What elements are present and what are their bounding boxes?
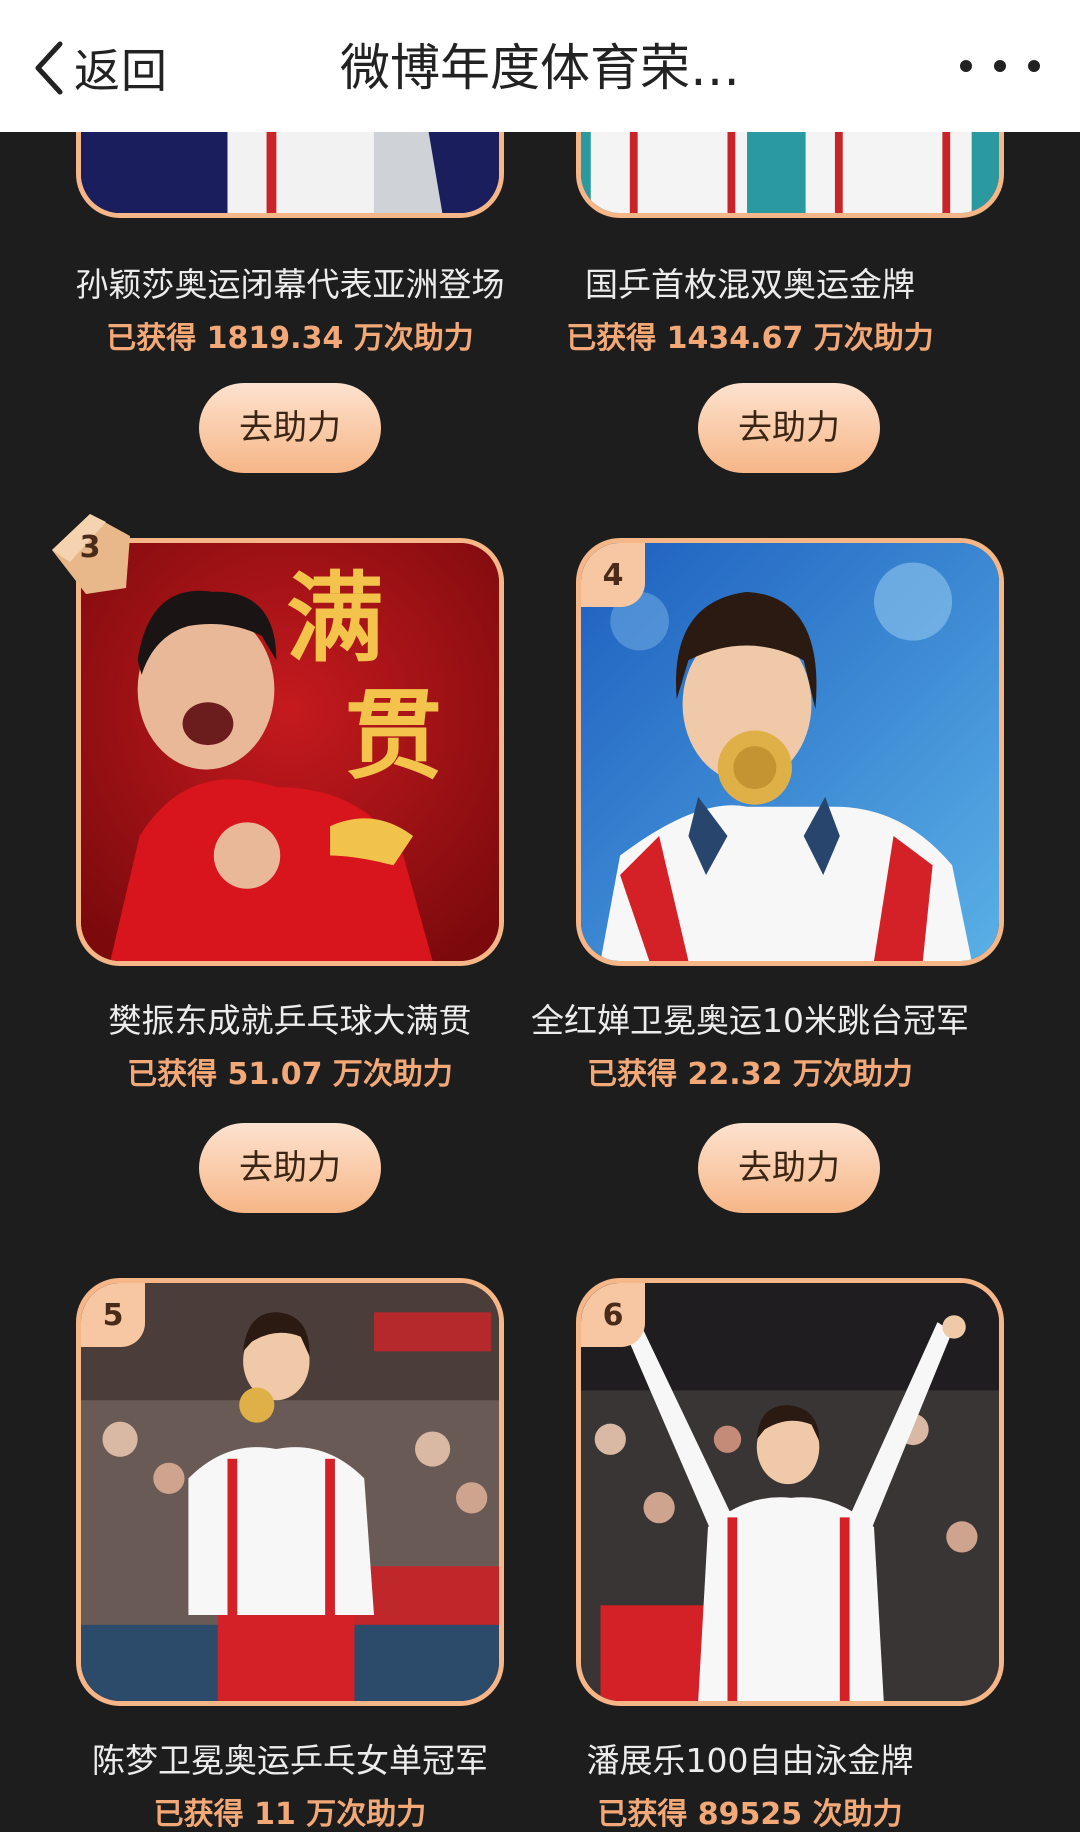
rank-badge-3: 3 (46, 510, 134, 594)
award-title-2: 国乒首枚混双奥运金牌 (585, 265, 915, 304)
award-card-3: 满 贯 3 樊振东成就乒乓球大满贯 已获得 51.07 万次助力 去助力 (0, 514, 504, 1218)
page: 孙颖莎奥运闭幕代表亚洲登场 已获得 1819.34 万次助力 去助力 国乒首枚混 (0, 0, 1080, 1832)
award-title-4: 全红婵卫冕奥运10米跳台冠军 (531, 1001, 969, 1040)
award-title-6: 潘展乐100自由泳金牌 (586, 1741, 914, 1780)
more-dots-icon (1028, 60, 1040, 72)
award-photo-5[interactable]: 5 (76, 1278, 504, 1706)
back-label: 返回 (74, 44, 168, 98)
more-dots-icon (960, 60, 972, 72)
top-navbar: 返回 微博年度体育荣… (0, 0, 1080, 132)
chevron-left-icon (35, 41, 63, 95)
award-photo-4[interactable]: 4 (576, 538, 1004, 966)
back-button[interactable]: 返回 (30, 36, 168, 100)
photo-text-man: 满 (286, 561, 384, 676)
award-card-5: 5 陈梦卫冕奥运乒乓女单冠军 已获得 11 万次助力 (0, 1278, 504, 1832)
award-count-2: 已获得 1434.67 万次助力 (566, 321, 934, 356)
help-button-4[interactable]: 去助力 (698, 1123, 880, 1213)
award-card-6: 6 潘展乐100自由泳金牌 已获得 89525 次助力 (500, 1278, 1004, 1832)
more-dots-icon (994, 60, 1006, 72)
more-options-button[interactable] (960, 44, 1040, 88)
award-photo-3[interactable]: 满 贯 (76, 538, 504, 966)
help-button-3[interactable]: 去助力 (199, 1123, 381, 1213)
page-title: 微博年度体育荣… (340, 39, 740, 97)
award-card-4: 4 全红婵卫冕奥运10米跳台冠军 已获得 22.32 万次助力 去助力 (500, 538, 1004, 1218)
rank-badge-5: 5 (81, 1283, 145, 1347)
help-button-2[interactable]: 去助力 (698, 383, 880, 473)
award-photo-6[interactable]: 6 (576, 1278, 1004, 1706)
photo-text-guan: 贯 (345, 679, 443, 794)
rank-badge-4: 4 (581, 543, 645, 607)
help-button-1[interactable]: 去助力 (199, 383, 381, 473)
award-count-6: 已获得 89525 次助力 (597, 1797, 903, 1832)
award-grid: 孙颖莎奥运闭幕代表亚洲登场 已获得 1819.34 万次助力 去助力 国乒首枚混 (0, 0, 1080, 1832)
rank-badge-6: 6 (581, 1283, 645, 1347)
award-count-4: 已获得 22.32 万次助力 (587, 1057, 913, 1092)
